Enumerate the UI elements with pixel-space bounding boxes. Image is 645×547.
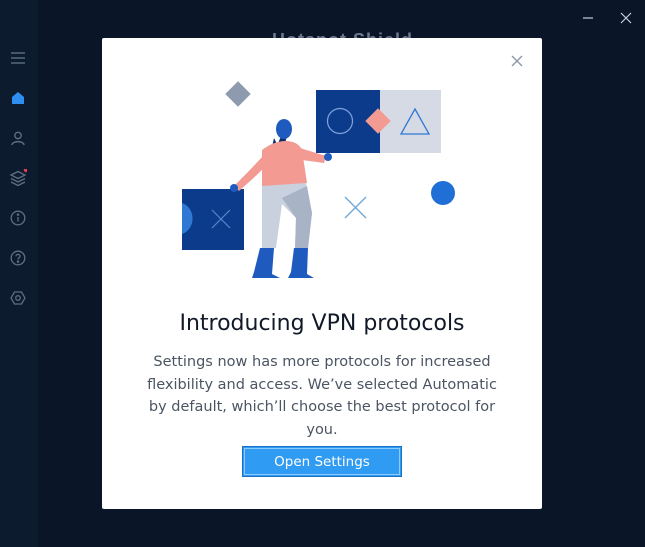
cross-shape — [344, 196, 367, 219]
user-icon[interactable] — [8, 128, 28, 148]
modal-body-text: Settings now has more protocols for incr… — [147, 354, 497, 438]
layers-icon[interactable] — [8, 168, 28, 188]
info-icon[interactable] — [8, 208, 28, 228]
protocols-illustration — [182, 81, 455, 278]
open-settings-button[interactable]: Open Settings — [242, 446, 402, 477]
hamburger-icon[interactable] — [8, 48, 28, 68]
close-window-icon[interactable] — [616, 8, 636, 28]
minimize-icon[interactable] — [578, 8, 598, 28]
gear-icon[interactable] — [8, 288, 28, 308]
grey-diamond-shape — [225, 81, 251, 107]
modal-dialog: Introducing VPN protocols Settings now h… — [102, 38, 542, 509]
modal-title: Introducing VPN protocols — [179, 311, 465, 336]
home-icon[interactable] — [8, 88, 28, 108]
help-icon[interactable] — [8, 248, 28, 268]
sidebar — [0, 0, 38, 547]
blue-dot-shape — [431, 181, 455, 205]
